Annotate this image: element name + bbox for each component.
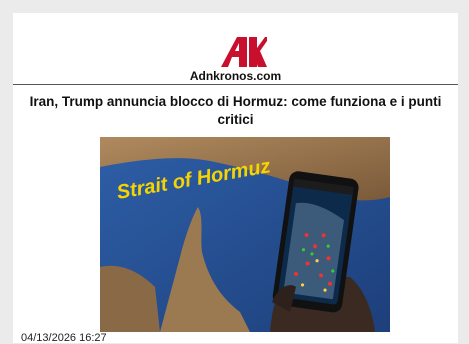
divider (13, 84, 458, 85)
article-headline[interactable]: Iran, Trump annuncia blocco di Hormuz: c… (27, 93, 444, 129)
article-image[interactable]: Strait of Hormuz (100, 137, 390, 332)
adnkronos-logo-icon[interactable] (221, 37, 267, 72)
site-name[interactable]: Adnkronos.com (13, 69, 458, 83)
news-card[interactable]: Adnkronos.com Iran, Trump annuncia blocc… (13, 13, 458, 344)
publish-date: 04/13/2026 16:27 (21, 332, 107, 344)
